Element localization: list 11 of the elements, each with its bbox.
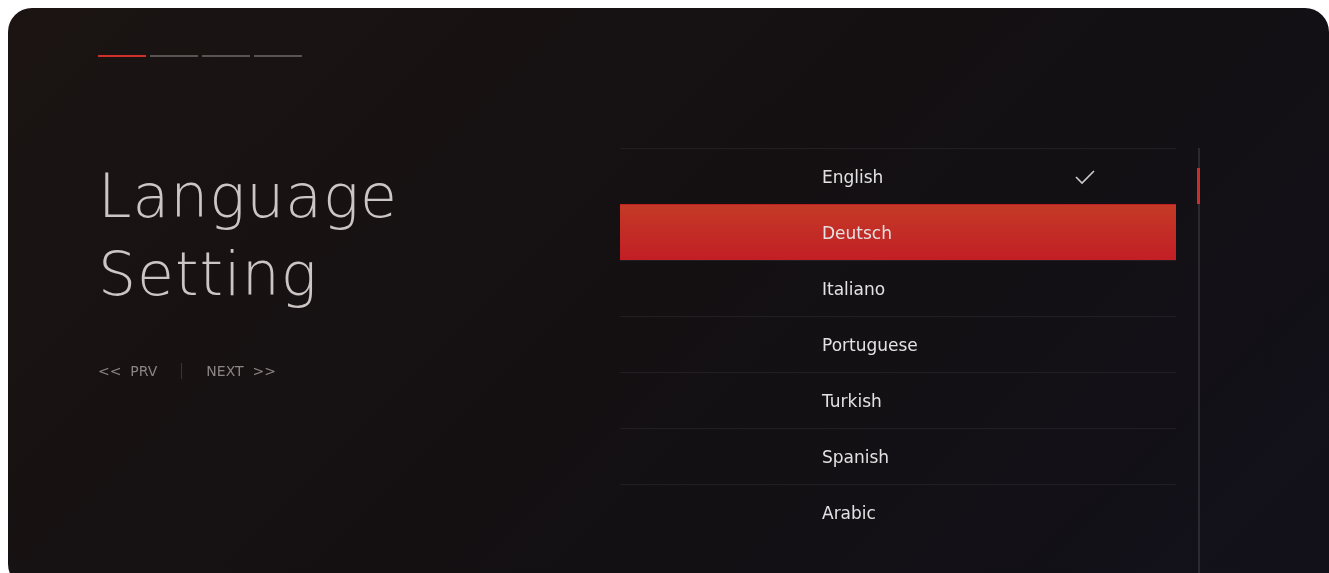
- language-option[interactable]: Arabic: [620, 484, 1176, 540]
- next-button[interactable]: NEXT >>: [206, 363, 276, 379]
- language-option[interactable]: Italiano: [620, 260, 1176, 316]
- check-icon: [1074, 168, 1096, 185]
- scroll-thumb[interactable]: [1197, 168, 1200, 204]
- page-title: Language Setting: [98, 160, 399, 311]
- language-option[interactable]: Portuguese: [620, 316, 1176, 372]
- language-option[interactable]: Turkish: [620, 372, 1176, 428]
- language-option[interactable]: Deutsch: [620, 204, 1176, 260]
- language-option[interactable]: Spanish: [620, 428, 1176, 484]
- previous-button[interactable]: << PRV: [98, 363, 158, 379]
